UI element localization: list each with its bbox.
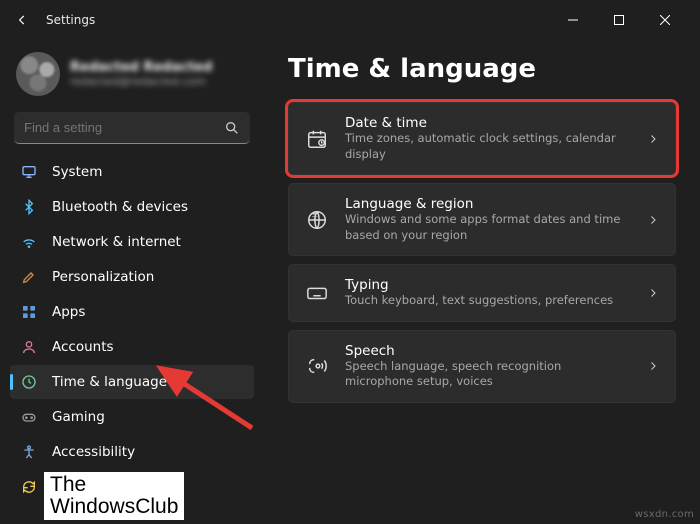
sidebar-item-apps[interactable]: Apps [10, 295, 254, 329]
titlebar: Settings [0, 0, 700, 40]
watermark-logo: The WindowsClub [44, 472, 184, 520]
search-input[interactable] [24, 120, 224, 135]
profile-email: redacted@redacted.com [70, 75, 212, 88]
window-title: Settings [46, 13, 95, 27]
sidebar: Redacted Redacted redacted@redacted.com … [0, 40, 264, 524]
card-title: Language & region [345, 196, 631, 212]
chevron-right-icon [647, 360, 659, 372]
card-title: Date & time [345, 115, 631, 131]
sidebar-item-label: Accounts [52, 339, 114, 355]
chevron-right-icon [647, 133, 659, 145]
card-title: Speech [345, 343, 631, 359]
card-desc: Speech language, speech recognition micr… [345, 359, 631, 390]
sidebar-item-label: Accessibility [52, 444, 135, 460]
card-desc: Windows and some apps format dates and t… [345, 212, 631, 243]
search-icon [224, 120, 240, 136]
system-icon [20, 163, 38, 181]
keyboard-icon [305, 281, 329, 305]
sidebar-item-accessibility[interactable]: Accessibility [10, 435, 254, 469]
chevron-right-icon [647, 287, 659, 299]
settings-card-keyboard[interactable]: Typing Touch keyboard, text suggestions,… [288, 264, 676, 322]
sidebar-item-label: System [52, 164, 102, 180]
apps-icon [20, 303, 38, 321]
accessibility-icon [20, 443, 38, 461]
sidebar-item-label: Network & internet [52, 234, 181, 250]
wifi-icon [20, 233, 38, 251]
close-button[interactable] [642, 5, 688, 35]
settings-card-language[interactable]: 字 Language & region Windows and some app… [288, 183, 676, 256]
settings-card-calendar[interactable]: Date & time Time zones, automatic clock … [288, 102, 676, 175]
calendar-icon [305, 127, 329, 151]
card-desc: Touch keyboard, text suggestions, prefer… [345, 293, 631, 309]
sidebar-item-accounts[interactable]: Accounts [10, 330, 254, 364]
main-panel: Time & language Date & time Time zones, … [264, 40, 700, 524]
speech-icon [305, 354, 329, 378]
maximize-button[interactable] [596, 5, 642, 35]
annotation-arrow [142, 360, 262, 440]
footer-domain: wsxdn.com [635, 509, 694, 520]
sidebar-item-bluetooth[interactable]: Bluetooth & devices [10, 190, 254, 224]
page-title: Time & language [288, 54, 676, 84]
nav-list: System Bluetooth & devices Network & inter… [10, 154, 254, 524]
svg-text:字: 字 [312, 211, 318, 220]
sidebar-item-personalization[interactable]: Personalization [10, 260, 254, 294]
accounts-icon [20, 338, 38, 356]
profile-block[interactable]: Redacted Redacted redacted@redacted.com [10, 44, 254, 108]
card-desc: Time zones, automatic clock settings, ca… [345, 131, 631, 162]
time-icon [20, 373, 38, 391]
sidebar-item-label: Apps [52, 304, 85, 320]
profile-name: Redacted Redacted [70, 60, 212, 75]
avatar [16, 52, 60, 96]
sidebar-item-system[interactable]: System [10, 155, 254, 189]
back-button[interactable] [12, 10, 32, 30]
personalization-icon [20, 268, 38, 286]
card-title: Typing [345, 277, 631, 293]
gaming-icon [20, 408, 38, 426]
sidebar-item-label: Gaming [52, 409, 105, 425]
chevron-right-icon [647, 214, 659, 226]
update-icon [20, 478, 38, 496]
sidebar-item-wifi[interactable]: Network & internet [10, 225, 254, 259]
sidebar-item-label: Bluetooth & devices [52, 199, 188, 215]
language-icon: 字 [305, 208, 329, 232]
bluetooth-icon [20, 198, 38, 216]
sidebar-item-label: Personalization [52, 269, 154, 285]
minimize-button[interactable] [550, 5, 596, 35]
settings-card-speech[interactable]: Speech Speech language, speech recogniti… [288, 330, 676, 403]
search-box[interactable] [14, 112, 250, 144]
